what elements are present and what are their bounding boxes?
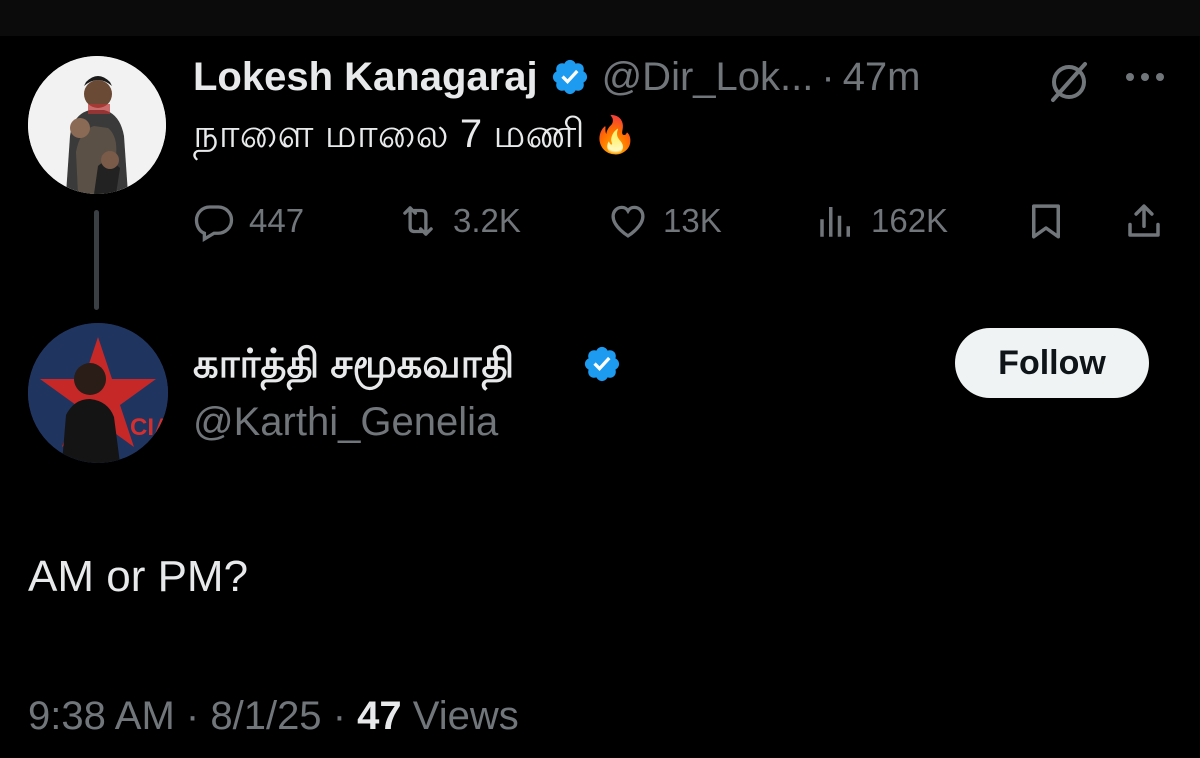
top-bar <box>0 0 1200 36</box>
tweet-text: நாளை மாலை 7 மணி 🔥 <box>193 112 638 162</box>
separator-dot: · <box>185 694 200 738</box>
action-bar: 447 3.2K 13K 162K <box>193 193 1173 249</box>
follow-button[interactable]: Follow <box>955 328 1149 398</box>
reply-meta: 9:38 AM · 8/1/25 · 47 Views <box>28 694 519 739</box>
author-handle[interactable]: @Dir_Lok... <box>602 55 814 100</box>
verified-badge-icon[interactable] <box>582 344 622 384</box>
reply-text: AM or PM? <box>28 552 249 601</box>
separator-dot: · <box>821 54 835 99</box>
like-icon <box>611 205 645 238</box>
tweet-text-content: நாளை மாலை 7 மணி <box>193 112 585 156</box>
reply-button[interactable]: 447 <box>193 193 304 249</box>
repost-button[interactable]: 3.2K <box>397 193 521 249</box>
avatar-logo-text: CIA <box>130 414 168 441</box>
separator-dot: · <box>332 694 347 738</box>
tweet-time[interactable]: 47m <box>843 55 921 100</box>
repost-count: 3.2K <box>453 202 521 239</box>
reply-count: 447 <box>249 202 305 239</box>
reply-views-count: 47 <box>357 694 402 738</box>
avatar[interactable]: CIA <box>28 323 168 463</box>
reply-views-label: Views <box>412 694 519 738</box>
reply-author-name[interactable]: கார்த்தி சமூகவாதி <box>193 342 514 392</box>
reply-author-photo: CIA <box>28 323 168 463</box>
reply-author-handle[interactable]: @Karthi_Genelia <box>193 400 498 445</box>
like-button[interactable]: 13K <box>607 193 722 249</box>
views-count: 162K <box>871 202 949 239</box>
share-button[interactable] <box>1123 193 1179 249</box>
avatar[interactable] <box>28 56 166 194</box>
views-button[interactable]: 162K <box>815 193 948 249</box>
tweet-header: Lokesh Kanagaraj @Dir_Lok... · 47m <box>193 52 921 102</box>
more-icon[interactable] <box>1122 62 1168 92</box>
author-photo <box>28 56 166 194</box>
reply-icon <box>194 205 234 242</box>
views-icon <box>820 207 850 237</box>
author-name[interactable]: Lokesh Kanagaraj <box>193 55 538 100</box>
repost-icon <box>403 206 433 236</box>
grok-icon[interactable] <box>1045 58 1093 106</box>
thread-line <box>94 210 99 310</box>
like-count: 13K <box>663 202 722 239</box>
share-icon <box>1128 204 1160 237</box>
reply-time[interactable]: 9:38 AM <box>28 694 175 738</box>
verified-badge-icon[interactable] <box>550 57 590 97</box>
reply-date[interactable]: 8/1/25 <box>210 694 321 738</box>
fire-emoji: 🔥 <box>592 114 638 155</box>
bookmark-button[interactable] <box>1025 193 1081 249</box>
bookmark-icon <box>1032 204 1060 239</box>
